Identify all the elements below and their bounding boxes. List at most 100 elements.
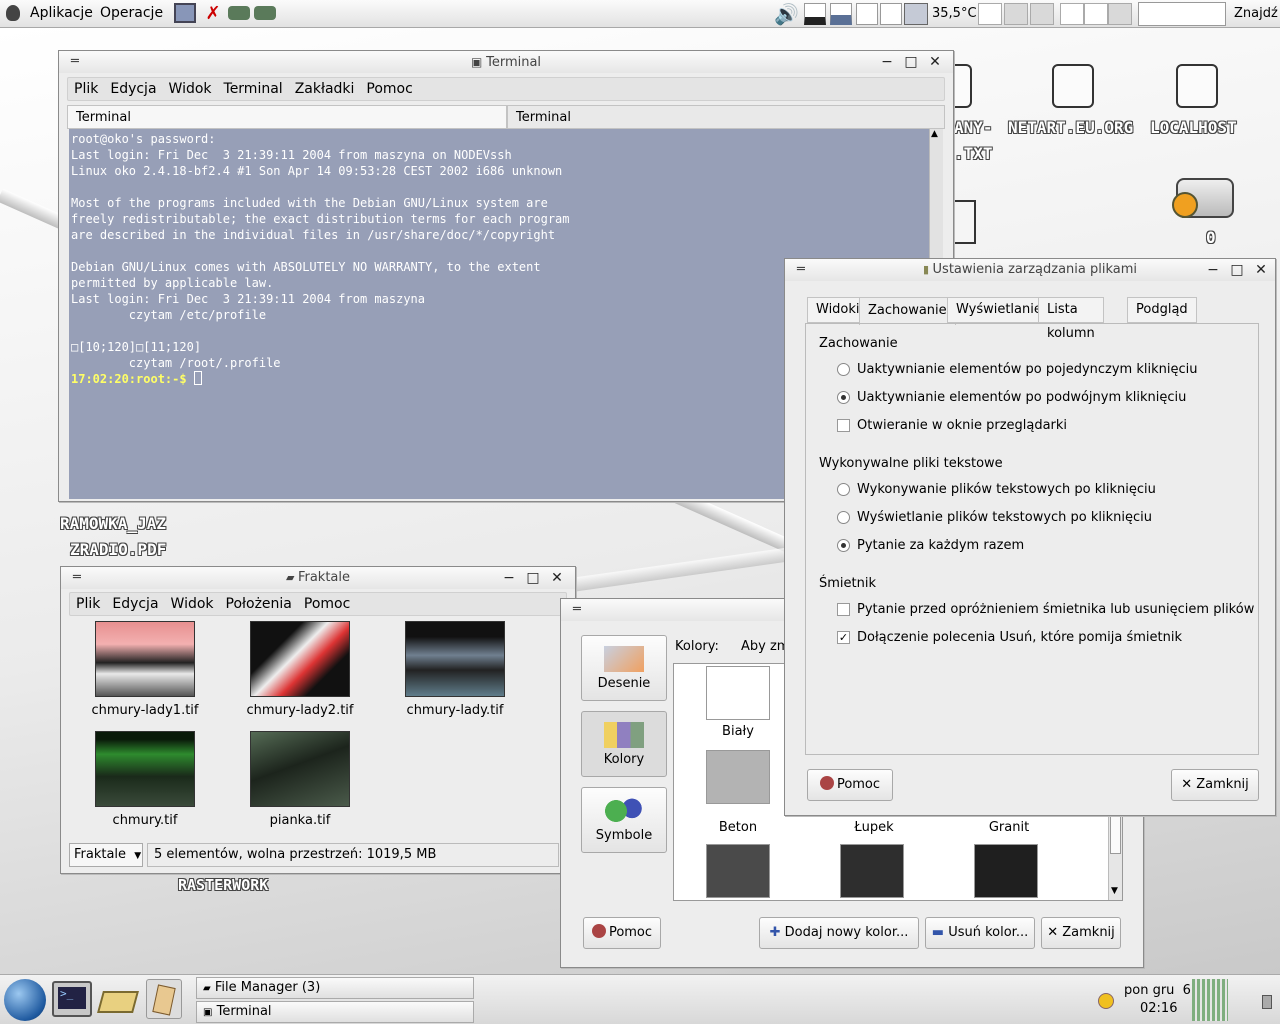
terminal-tab[interactable]: Terminal [507,105,945,129]
label-ask-before-empty[interactable]: Pytanie przed opróżnieniem śmietnika lub… [857,602,1254,617]
menu-terminal[interactable]: Terminal [218,78,289,100]
workspace-6[interactable] [1108,3,1132,25]
window-menu-icon[interactable]: ═ [573,599,581,621]
notification-smiley-icon[interactable] [1098,993,1114,1009]
search-button[interactable]: Znajdź [1234,6,1278,21]
actions-menu[interactable]: Operacje [100,5,163,21]
applications-menu[interactable]: Aplikacje [30,5,93,21]
symbols-button[interactable]: Symbole [581,787,667,853]
desktop-icon-label[interactable]: .TXT [954,144,993,163]
network-disconnected-icon[interactable]: ✗ [202,4,224,24]
location-dropdown[interactable]: Fraktale ▼ [69,843,143,867]
color-swatch[interactable] [706,844,770,898]
workspace-5[interactable] [1084,3,1108,25]
scrollbar-thumb[interactable] [1110,814,1121,854]
menu-edycja[interactable]: Edycja [104,78,162,100]
folder-icon[interactable] [1172,178,1234,218]
terminal-titlebar[interactable]: ═ ▣ Terminal − □ ✕ [59,51,953,73]
color-swatch-beton[interactable] [706,750,770,804]
checkbox-browser-windows[interactable] [837,419,850,432]
file-name[interactable]: chmury.tif [70,813,220,828]
network-icon[interactable] [254,6,276,20]
help-button[interactable]: Pomoc [807,769,893,801]
menu-plik[interactable]: Plik [70,593,106,615]
minimize-icon[interactable]: − [1205,262,1221,278]
workspace-4[interactable] [1060,3,1084,25]
prefs-titlebar[interactable]: ═ ▮ Ustawienia zarządzania plikami − □ ✕ [785,259,1275,281]
menu-widok[interactable]: Widok [165,593,220,615]
add-color-button[interactable]: ✚ Dodaj nowy kolor... [759,917,919,949]
label-double-click[interactable]: Uaktywnianie elementów po podwójnym klik… [857,390,1186,405]
label-ask-each-time[interactable]: Pytanie za każdym razem [857,538,1024,553]
file-thumbnail[interactable] [95,621,195,697]
terminal-tab[interactable]: Terminal [67,105,507,129]
radio-view-executable[interactable] [837,511,850,524]
close-icon[interactable]: ✕ [927,54,943,70]
globe-icon[interactable] [4,979,46,1021]
file-thumbnail[interactable] [250,621,350,697]
task-file-manager[interactable]: ▰ File Manager (3) [196,977,474,999]
scroll-up-icon[interactable]: ▲ [931,129,938,139]
menu-pomoc[interactable]: Pomoc [298,593,356,615]
label-include-delete[interactable]: Dołączenie polecenia Usuń, które pomija … [857,630,1182,645]
menu-zakladki[interactable]: Zakładki [289,78,361,100]
file-name[interactable]: chmury-lady.tif [380,703,530,718]
checkbox-ask-before-empty[interactable] [837,603,850,616]
radio-double-click[interactable] [837,391,850,404]
window-menu-icon[interactable]: ═ [71,51,79,73]
desktop-icon-label[interactable]: ANY- [954,118,993,137]
radio-run-executable[interactable] [837,483,850,496]
editor-launcher-icon[interactable] [146,979,182,1019]
help-button[interactable]: Pomoc [583,917,661,949]
search-input[interactable] [1138,2,1226,26]
bookmark-icon[interactable] [1176,64,1218,108]
network-icon[interactable] [228,6,250,20]
file-thumbnail[interactable] [95,731,195,807]
show-desktop-icon[interactable] [174,3,196,23]
tab-wyswietlanie[interactable]: Wyświetlanie [947,297,1051,323]
scroll-down-icon[interactable]: ▼ [1111,886,1118,896]
file-thumbnail[interactable] [405,621,505,697]
clock-day[interactable]: pon gru 6 [1124,983,1191,998]
file-name[interactable]: chmury-lady1.tif [70,703,220,718]
tab-podglad[interactable]: Podgląd [1127,297,1197,323]
window-menu-icon[interactable]: ═ [73,567,81,589]
label-run-executable[interactable]: Wykonywanie plików tekstowych po kliknię… [857,482,1156,497]
tab-lista-kolumn[interactable]: Lista kolumn [1038,297,1104,341]
close-icon[interactable]: ✕ [549,570,565,586]
gnome-foot-icon[interactable] [6,5,20,21]
desktop-icon-label[interactable]: LOCALHOST [1150,118,1237,137]
label-view-executable[interactable]: Wyświetlanie plików tekstowych po klikni… [857,510,1152,525]
label-browser-windows[interactable]: Otwieranie w oknie przeglądarki [857,418,1067,433]
menu-widok[interactable]: Widok [163,78,218,100]
monitor-icon[interactable] [904,3,928,25]
radio-ask-each-time[interactable] [837,539,850,552]
volume-icon[interactable]: 🔊 [774,2,799,26]
clock-time[interactable]: 02:16 [1140,1001,1177,1016]
remove-color-button[interactable]: ▬ Usuń kolor... [925,917,1035,949]
workspace-3[interactable] [1030,3,1054,25]
menu-edycja[interactable]: Edycja [106,593,164,615]
terminal-launcher-icon[interactable]: >_ [52,981,92,1017]
file-thumbnail[interactable] [250,731,350,807]
task-terminal[interactable]: ▣ Terminal [196,1001,474,1023]
trash-icon[interactable] [1262,995,1272,1009]
minimize-icon[interactable]: − [879,54,895,70]
bookmark-icon[interactable] [1052,64,1094,108]
folder-launcher-icon[interactable] [97,991,139,1013]
close-button[interactable]: ✕ Zamknij [1171,769,1259,801]
desktop-icon-label[interactable]: 0 [1206,228,1216,247]
file-name[interactable]: pianka.tif [225,813,375,828]
close-button[interactable]: ✕ Zamknij [1041,917,1121,949]
workspace-2[interactable] [1004,3,1028,25]
maximize-icon[interactable]: □ [1229,262,1245,278]
checkbox-include-delete[interactable]: ✓ [837,631,850,644]
radio-single-click[interactable] [837,363,850,376]
file-name[interactable]: chmury-lady2.tif [225,703,375,718]
window-menu-icon[interactable]: ═ [797,259,805,281]
desktop-icon-label[interactable]: NETART.EU.ORG [1008,118,1133,137]
fraktale-titlebar[interactable]: ═ ▰ Fraktale − □ ✕ [61,567,575,589]
label-single-click[interactable]: Uaktywnianie elementów po pojedynczym kl… [857,362,1197,377]
desktop-icon-label[interactable]: RAMOWKA_JAZ [60,514,166,533]
tab-zachowanie[interactable]: Zachowanie [859,297,956,325]
